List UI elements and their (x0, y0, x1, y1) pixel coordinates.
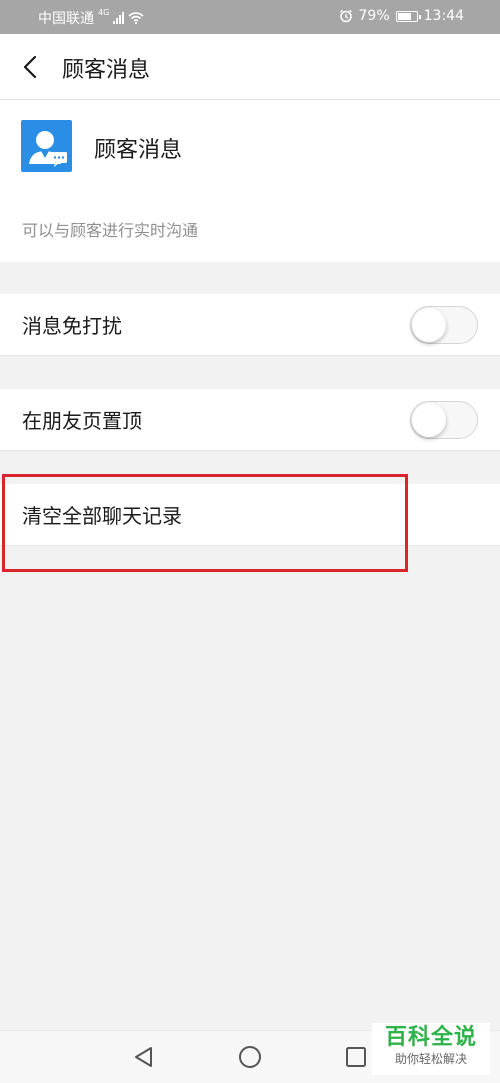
nav-back-button[interactable] (130, 1043, 158, 1071)
page-title: 顾客消息 (62, 58, 151, 83)
do-not-disturb-toggle[interactable] (410, 306, 478, 344)
battery-percent: 79% (358, 8, 390, 24)
triangle-back-icon (135, 1047, 152, 1067)
toggle-knob (412, 403, 446, 437)
circle-home-icon (239, 1046, 261, 1068)
square-recents-icon (346, 1047, 366, 1067)
watermark-subtitle: 助你轻松解决 (394, 1052, 467, 1066)
profile-description: 可以与顾客进行实时沟通 (22, 221, 199, 240)
clear-history-label: 清空全部聊天记录 (22, 504, 182, 528)
status-left: 中国联通 4G (38, 8, 144, 28)
app-header: 顾客消息 (0, 34, 500, 100)
status-bar: 中国联通 4G 79% 13:44 (0, 0, 500, 34)
setting-row-clear-history[interactable]: 清空全部聊天记录 (0, 484, 500, 546)
signal-icon (113, 12, 125, 24)
pin-to-top-toggle[interactable] (410, 401, 478, 439)
setting-row-do-not-disturb[interactable]: 消息免打扰 (0, 294, 500, 356)
back-button[interactable] (12, 47, 52, 87)
setting-label-do-not-disturb: 消息免打扰 (22, 314, 122, 338)
battery-fill (397, 12, 411, 20)
alarm-icon (339, 9, 352, 23)
watermark: 百科全说 助你轻松解决 (372, 1023, 490, 1075)
profile-name: 顾客消息 (94, 138, 183, 163)
profile-card: 顾客消息 可以与顾客进行实时沟通 (0, 100, 500, 262)
battery-icon (395, 10, 421, 22)
toggle-knob (412, 308, 446, 342)
network-type: 4G (98, 7, 110, 17)
setting-label-pin-to-top: 在朋友页置顶 (22, 409, 142, 433)
status-right: 79% 13:44 (339, 8, 464, 24)
avatar (21, 120, 72, 172)
wifi-icon (128, 12, 144, 24)
customer-service-icon (29, 131, 67, 167)
chevron-left-icon (23, 55, 37, 79)
setting-row-pin-to-top[interactable]: 在朋友页置顶 (0, 389, 500, 451)
nav-home-button[interactable] (236, 1043, 264, 1071)
carrier-label: 中国联通 (38, 11, 94, 27)
nav-recents-button[interactable] (342, 1043, 370, 1071)
clock: 13:44 (423, 8, 464, 24)
watermark-title: 百科全说 (384, 1025, 477, 1050)
